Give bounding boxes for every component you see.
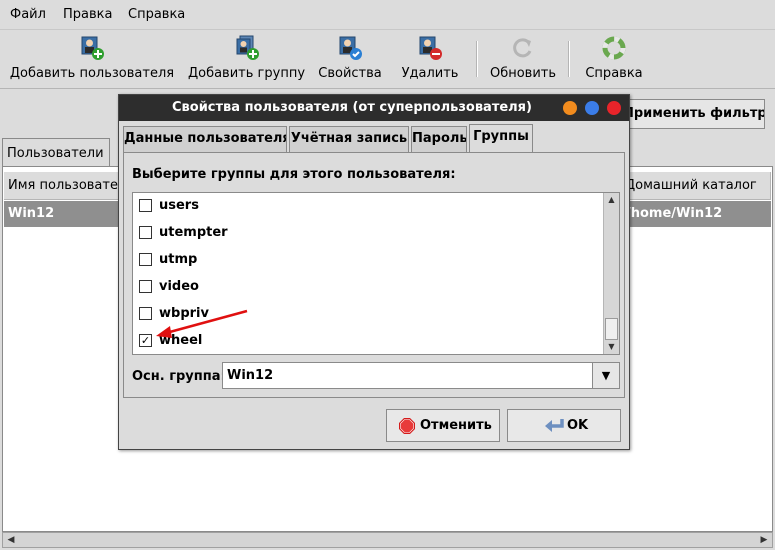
tab-password[interactable]: Пароль bbox=[411, 126, 467, 152]
toolbar-separator bbox=[476, 41, 478, 77]
tab-user-data[interactable]: Данные пользователя bbox=[123, 126, 287, 152]
dialog-title: Свойства пользователя (от суперпользоват… bbox=[172, 100, 532, 115]
close-icon[interactable] bbox=[607, 101, 621, 115]
add-group-label: Добавить группу bbox=[187, 66, 306, 81]
ok-label: OK bbox=[567, 418, 589, 433]
menu-edit[interactable]: Правка bbox=[63, 7, 112, 22]
groups-tab-panel: Выберите группы для этого пользователя: … bbox=[123, 152, 625, 398]
main-group-combobox[interactable]: Win12 ▼ bbox=[222, 362, 620, 389]
group-name: utempter bbox=[159, 225, 228, 240]
cancel-label: Отменить bbox=[420, 418, 492, 433]
delete-icon bbox=[419, 36, 442, 60]
minimize-icon[interactable] bbox=[563, 101, 577, 115]
scroll-down-icon[interactable]: ▼ bbox=[605, 341, 618, 353]
refresh-button[interactable]: Обновить bbox=[484, 33, 562, 87]
menu-help[interactable]: Справка bbox=[128, 7, 185, 22]
add-user-icon bbox=[81, 36, 104, 60]
help-label: Справка bbox=[585, 66, 643, 81]
group-name: users bbox=[159, 198, 199, 213]
add-group-icon bbox=[236, 35, 259, 60]
scroll-up-icon[interactable]: ▲ bbox=[605, 194, 618, 206]
annotation-arrow-icon bbox=[156, 309, 248, 338]
list-item[interactable]: users bbox=[133, 193, 603, 220]
group-name: utmp bbox=[159, 252, 198, 267]
group-checkbox[interactable] bbox=[139, 253, 152, 266]
tab-users[interactable]: Пользователи bbox=[2, 138, 110, 167]
group-checkbox[interactable] bbox=[139, 280, 152, 293]
horizontal-scrollbar[interactable]: ◀ ▶ bbox=[2, 532, 773, 548]
stop-icon bbox=[399, 418, 415, 434]
group-name: video bbox=[159, 279, 199, 294]
group-list-scrollbar[interactable]: ▲ ▼ bbox=[603, 193, 619, 354]
group-checkbox[interactable] bbox=[139, 199, 152, 212]
list-item[interactable]: utmp bbox=[133, 247, 603, 274]
refresh-label: Обновить bbox=[489, 66, 557, 81]
menu-file[interactable]: Файл bbox=[10, 7, 46, 22]
apply-filter-button[interactable]: Применить фильтр bbox=[622, 99, 765, 129]
cell-home: /home/Win12 bbox=[626, 206, 723, 221]
toolbar-separator bbox=[568, 41, 570, 77]
list-item[interactable]: utempter bbox=[133, 220, 603, 247]
add-user-button[interactable]: Добавить пользователя bbox=[6, 33, 178, 87]
help-icon bbox=[602, 36, 626, 60]
dialog-title-bar: Свойства пользователя (от суперпользоват… bbox=[119, 95, 629, 121]
tab-groups[interactable]: Группы bbox=[469, 124, 533, 152]
groups-prompt: Выберите группы для этого пользователя: bbox=[132, 167, 456, 182]
add-group-button[interactable]: Добавить группу bbox=[184, 33, 309, 87]
help-button[interactable]: Справка bbox=[578, 33, 650, 87]
toolbar: Добавить пользователя Добавить группу Св… bbox=[0, 31, 775, 89]
delete-button[interactable]: Удалить bbox=[394, 33, 466, 87]
properties-button[interactable]: Свойства bbox=[314, 33, 386, 87]
enter-arrow-icon bbox=[545, 419, 564, 432]
tab-account[interactable]: Учётная запись bbox=[289, 126, 409, 152]
scroll-right-icon[interactable]: ▶ bbox=[757, 534, 771, 546]
properties-label: Свойства bbox=[318, 66, 382, 81]
column-header-home[interactable]: Домашний каталог bbox=[621, 172, 771, 200]
chevron-down-icon[interactable]: ▼ bbox=[592, 363, 619, 388]
ok-button[interactable]: OK bbox=[507, 409, 621, 442]
add-user-label: Добавить пользователя bbox=[9, 66, 175, 81]
properties-icon bbox=[339, 36, 362, 60]
refresh-icon bbox=[513, 38, 532, 58]
group-checkbox[interactable] bbox=[139, 226, 152, 239]
maximize-icon[interactable] bbox=[585, 101, 599, 115]
delete-label: Удалить bbox=[401, 66, 459, 81]
scrollbar-thumb[interactable] bbox=[605, 318, 618, 340]
cancel-button[interactable]: Отменить bbox=[386, 409, 500, 442]
scroll-left-icon[interactable]: ◀ bbox=[4, 534, 18, 546]
cell-username: Win12 bbox=[8, 206, 55, 221]
user-properties-dialog: Свойства пользователя (от суперпользоват… bbox=[118, 94, 630, 450]
list-item[interactable]: video bbox=[133, 274, 603, 301]
menu-bar: Файл Правка Справка bbox=[0, 0, 775, 30]
main-group-value: Win12 bbox=[227, 368, 274, 383]
main-group-label: Осн. группа: bbox=[132, 369, 226, 384]
